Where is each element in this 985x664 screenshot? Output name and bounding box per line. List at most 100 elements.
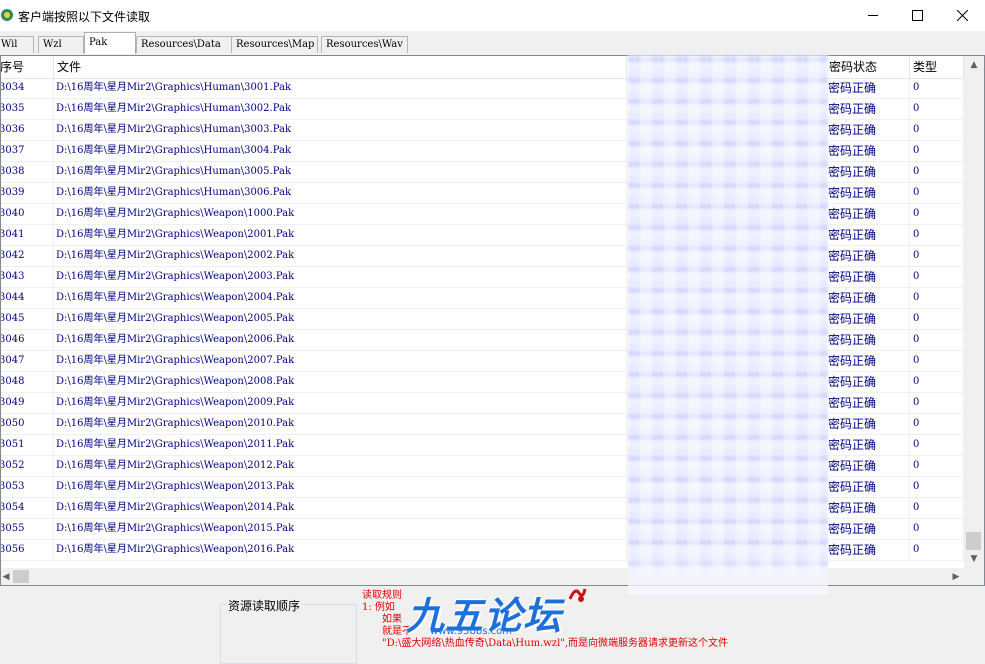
column-header-index[interactable]: 序号 (1, 56, 54, 78)
column-header-file[interactable]: 文件 (54, 56, 627, 78)
row-type-cell: 0 (910, 393, 964, 413)
row-index-cell: 3054 (1, 498, 54, 518)
maximize-button[interactable] (894, 0, 940, 31)
row-type-cell: 0 (910, 183, 964, 203)
seal-stamp-icon (568, 588, 587, 602)
row-file-path-cell: D:\16周年\星月Mir2\Graphics\Human\3005.Pak (54, 162, 627, 182)
row-index-cell: 3036 (1, 120, 54, 140)
row-file-path-cell: D:\16周年\星月Mir2\Graphics\Weapon\2005.Pak (54, 309, 627, 329)
redaction-fade (628, 555, 828, 595)
row-file-path-cell: D:\16周年\星月Mir2\Graphics\Weapon\2008.Pak (54, 372, 627, 392)
scroll-left-arrow-icon[interactable]: ◀ (1, 568, 13, 585)
tab-label: Pak (89, 37, 108, 48)
row-file-path-cell: D:\16周年\星月Mir2\Graphics\Weapon\2013.Pak (54, 477, 627, 497)
row-index-cell: 3041 (1, 225, 54, 245)
row-file-path-cell: D:\16周年\星月Mir2\Graphics\Weapon\2007.Pak (54, 351, 627, 371)
row-password-status-cell: 密码正确 (826, 204, 910, 224)
row-index-cell: 3055 (1, 519, 54, 539)
tab-resources-data[interactable]: Resources\Data (136, 36, 232, 53)
column-header-type[interactable]: 类型 (910, 56, 964, 78)
tab-resources-wav[interactable]: Resources\Wav (321, 36, 408, 53)
row-password-status-cell: 密码正确 (826, 330, 910, 350)
row-index-cell: 3040 (1, 204, 54, 224)
maximize-icon (911, 10, 923, 21)
row-file-path-cell: D:\16周年\星月Mir2\Graphics\Human\3006.Pak (54, 183, 627, 203)
minimize-button[interactable] (850, 0, 896, 31)
row-password-status-cell: 密码正确 (826, 99, 910, 119)
tab-resources-map[interactable]: Resources\Map (231, 36, 318, 53)
row-password-status-cell: 密码正确 (826, 351, 910, 371)
row-password-status-cell: 密码正确 (826, 225, 910, 245)
row-type-cell: 0 (910, 330, 964, 350)
row-file-path-cell: D:\16周年\星月Mir2\Graphics\Human\3001.Pak (54, 78, 627, 98)
scroll-up-arrow-icon[interactable]: ▲ (964, 56, 984, 74)
row-file-path-cell: D:\16周年\星月Mir2\Graphics\Weapon\2010.Pak (54, 414, 627, 434)
row-password-status-cell: 密码正确 (826, 519, 910, 539)
close-button[interactable] (939, 0, 985, 31)
tab-pak[interactable]: Pak (84, 32, 136, 54)
row-type-cell: 0 (910, 477, 964, 497)
column-header-password-status[interactable]: 密码状态 (826, 56, 910, 78)
row-type-cell: 0 (910, 372, 964, 392)
horizontal-scroll-thumb[interactable] (13, 570, 29, 583)
row-password-status-cell: 密码正确 (826, 393, 910, 413)
minimize-icon (867, 15, 878, 16)
row-file-path-cell: D:\16周年\星月Mir2\Graphics\Weapon\2012.Pak (54, 456, 627, 476)
row-index-cell: 3047 (1, 351, 54, 371)
row-type-cell: 0 (910, 267, 964, 287)
row-index-cell: 3049 (1, 393, 54, 413)
row-type-cell: 0 (910, 414, 964, 434)
row-file-path-cell: D:\16周年\星月Mir2\Graphics\Weapon\2003.Pak (54, 267, 627, 287)
row-index-cell: 3056 (1, 540, 54, 560)
row-password-status-cell: 密码正确 (826, 267, 910, 287)
scroll-right-arrow-icon[interactable]: ▶ (949, 568, 963, 585)
row-index-cell: 3035 (1, 99, 54, 119)
file-list-view[interactable]: 序号 文件 密码状态 类型 3034 D:\16周年\星月Mir2\Graphic… (0, 55, 985, 586)
title-bar: 客户端按照以下文件读取 (0, 0, 985, 32)
row-file-path-cell: D:\16周年\星月Mir2\Graphics\Weapon\2011.Pak (54, 435, 627, 455)
row-type-cell: 0 (910, 435, 964, 455)
row-type-cell: 0 (910, 99, 964, 119)
row-file-path-cell: D:\16周年\星月Mir2\Graphics\Weapon\1000.Pak (54, 204, 627, 224)
scroll-down-arrow-icon[interactable]: ▼ (964, 550, 984, 568)
row-type-cell: 0 (910, 540, 964, 560)
row-index-cell: 3039 (1, 183, 54, 203)
row-type-cell: 0 (910, 351, 964, 371)
row-index-cell: 3052 (1, 456, 54, 476)
row-password-status-cell: 密码正确 (826, 183, 910, 203)
close-icon (956, 10, 968, 21)
redacted-key-column (628, 55, 828, 575)
row-file-path-cell: D:\16周年\星月Mir2\Graphics\Weapon\2004.Pak (54, 288, 627, 308)
vertical-scrollbar[interactable]: ▲ ▼ (964, 56, 984, 568)
scrollbar-corner (964, 568, 984, 585)
row-type-cell: 0 (910, 225, 964, 245)
tab-wzl[interactable]: Wzl (38, 36, 84, 53)
row-password-status-cell: 密码正确 (826, 309, 910, 329)
row-password-status-cell: 密码正确 (826, 288, 910, 308)
row-password-status-cell: 密码正确 (826, 141, 910, 161)
row-type-cell: 0 (910, 288, 964, 308)
vertical-scroll-thumb[interactable] (966, 532, 981, 550)
row-index-cell: 3046 (1, 330, 54, 350)
row-type-cell: 0 (910, 141, 964, 161)
tab-label: Wzl (43, 39, 62, 50)
row-index-cell: 3044 (1, 288, 54, 308)
row-index-cell: 3038 (1, 162, 54, 182)
row-file-path-cell: D:\16周年\星月Mir2\Graphics\Weapon\2009.Pak (54, 393, 627, 413)
row-password-status-cell: 密码正确 (826, 456, 910, 476)
app-logo-icon (1, 9, 13, 21)
row-password-status-cell: 密码正确 (826, 162, 910, 182)
row-type-cell: 0 (910, 246, 964, 266)
row-type-cell: 0 (910, 456, 964, 476)
tab-wil[interactable]: Wil (0, 36, 34, 53)
row-password-status-cell: 密码正确 (826, 372, 910, 392)
row-type-cell: 0 (910, 120, 964, 140)
tab-label: Resources\Map (236, 39, 315, 50)
window-title: 客户端按照以下文件读取 (18, 10, 151, 24)
row-password-status-cell: 密码正确 (826, 477, 910, 497)
row-file-path-cell: D:\16周年\星月Mir2\Graphics\Weapon\2006.Pak (54, 330, 627, 350)
row-file-path-cell: D:\16周年\星月Mir2\Graphics\Weapon\2015.Pak (54, 519, 627, 539)
row-type-cell: 0 (910, 309, 964, 329)
row-type-cell: 0 (910, 498, 964, 518)
row-index-cell: 3048 (1, 372, 54, 392)
